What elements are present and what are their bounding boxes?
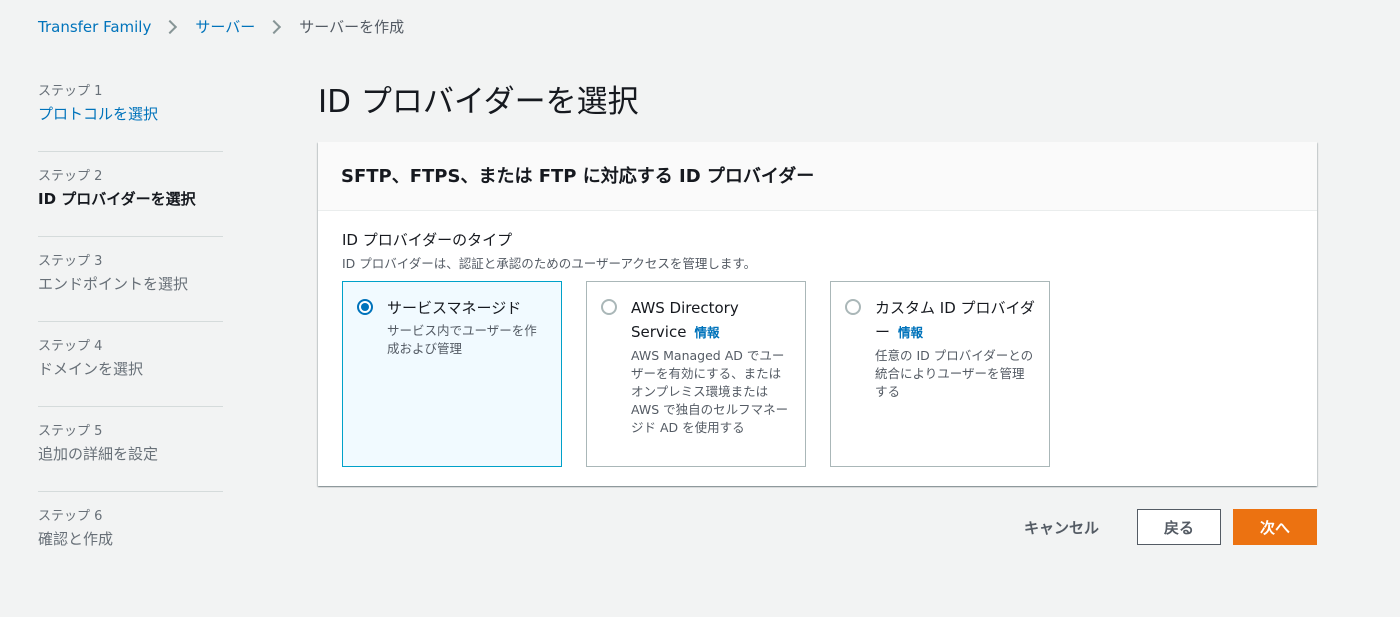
tile-content: サービスマネージド サービス内でユーザーを作成および管理 (387, 296, 547, 358)
step-number: ステップ 3 (38, 254, 103, 269)
chevron-right-icon (267, 19, 282, 34)
radio-button[interactable] (845, 299, 861, 315)
step-number: ステップ 6 (38, 509, 103, 524)
wizard-step-5: ステップ 5 追加の詳細を設定 (38, 420, 223, 492)
cancel-button[interactable]: キャンセル (1024, 517, 1099, 538)
page-title: ID プロバイダーを選択 (318, 84, 639, 120)
panel-body: ID プロバイダーのタイプ ID プロバイダーは、認証と承認のためのユーザーアク… (318, 211, 1317, 485)
tile-description: 任意の ID プロバイダーとの統合によりユーザーを管理する (875, 348, 1034, 399)
tile-aws-directory-service[interactable]: AWS Directory Service 情報 AWS Managed AD で… (586, 281, 806, 467)
next-button[interactable]: 次へ (1233, 509, 1317, 545)
radio-button-selected[interactable] (357, 299, 373, 315)
panel-title: SFTP、FTPS、または FTP に対応する ID プロバイダー (341, 166, 815, 187)
info-link[interactable]: 情報 (694, 325, 719, 340)
breadcrumb-current: サーバーを作成 (299, 18, 405, 36)
step-number: ステップ 2 (38, 169, 103, 184)
wizard-step-4: ステップ 4 ドメインを選択 (38, 335, 223, 407)
field-description: ID プロバイダーは、認証と承認のためのユーザーアクセスを管理します。 (342, 256, 757, 271)
wizard-steps: ステップ 1 プロトコルを選択 ステップ 2 ID プロバイダーを選択 ステップ… (38, 76, 223, 590)
wizard-step-3: ステップ 3 エンドポイントを選択 (38, 250, 223, 322)
wizard-actions: キャンセル 戻る 次へ (1024, 509, 1317, 545)
back-button[interactable]: 戻る (1137, 509, 1221, 545)
step-number: ステップ 4 (38, 339, 103, 354)
chevron-right-icon (163, 19, 178, 34)
step-number: ステップ 5 (38, 424, 103, 439)
step-label: ドメインを選択 (38, 360, 144, 378)
tile-content: AWS Directory Service 情報 AWS Managed AD で… (631, 296, 791, 437)
field-label: ID プロバイダーのタイプ (342, 231, 513, 249)
radio-dot (361, 303, 369, 311)
wizard-step-1[interactable]: ステップ 1 プロトコルを選択 (38, 80, 223, 152)
tile-title-text: AWS Directory Service (631, 299, 739, 341)
step-label: ID プロバイダーを選択 (38, 190, 196, 208)
identity-provider-panel: SFTP、FTPS、または FTP に対応する ID プロバイダー ID プロバ… (318, 142, 1317, 486)
tile-title: カスタム ID プロバイダー 情報 (875, 296, 1035, 345)
tile-description: サービス内でユーザーを作成および管理 (387, 323, 537, 356)
wizard-step-2: ステップ 2 ID プロバイダーを選択 (38, 165, 223, 237)
tile-title: サービスマネージド (387, 299, 522, 317)
provider-type-tiles: サービスマネージド サービス内でユーザーを作成および管理 AWS Directo… (342, 281, 1293, 467)
tile-service-managed[interactable]: サービスマネージド サービス内でユーザーを作成および管理 (342, 281, 562, 467)
step-label: エンドポイントを選択 (38, 275, 189, 293)
step-label[interactable]: プロトコルを選択 (38, 103, 223, 124)
step-number: ステップ 1 (38, 84, 103, 99)
breadcrumb-servers[interactable]: サーバー (195, 16, 255, 37)
step-label: 追加の詳細を設定 (38, 445, 159, 463)
tile-custom-identity-provider[interactable]: カスタム ID プロバイダー 情報 任意の ID プロバイダーとの統合によりユーザ… (830, 281, 1050, 467)
breadcrumb: Transfer Family サーバー サーバーを作成 (38, 16, 404, 37)
breadcrumb-transfer-family[interactable]: Transfer Family (38, 18, 151, 36)
tile-content: カスタム ID プロバイダー 情報 任意の ID プロバイダーとの統合によりユーザ… (875, 296, 1035, 401)
radio-button[interactable] (601, 299, 617, 315)
tile-title: AWS Directory Service 情報 (631, 296, 791, 345)
wizard-step-6: ステップ 6 確認と作成 (38, 505, 223, 577)
tile-description: AWS Managed AD でユーザーを有効にする、またはオンプレミス環境また… (631, 348, 789, 435)
step-label: 確認と作成 (38, 530, 114, 548)
panel-header: SFTP、FTPS、または FTP に対応する ID プロバイダー (318, 142, 1317, 211)
info-link[interactable]: 情報 (898, 325, 923, 340)
